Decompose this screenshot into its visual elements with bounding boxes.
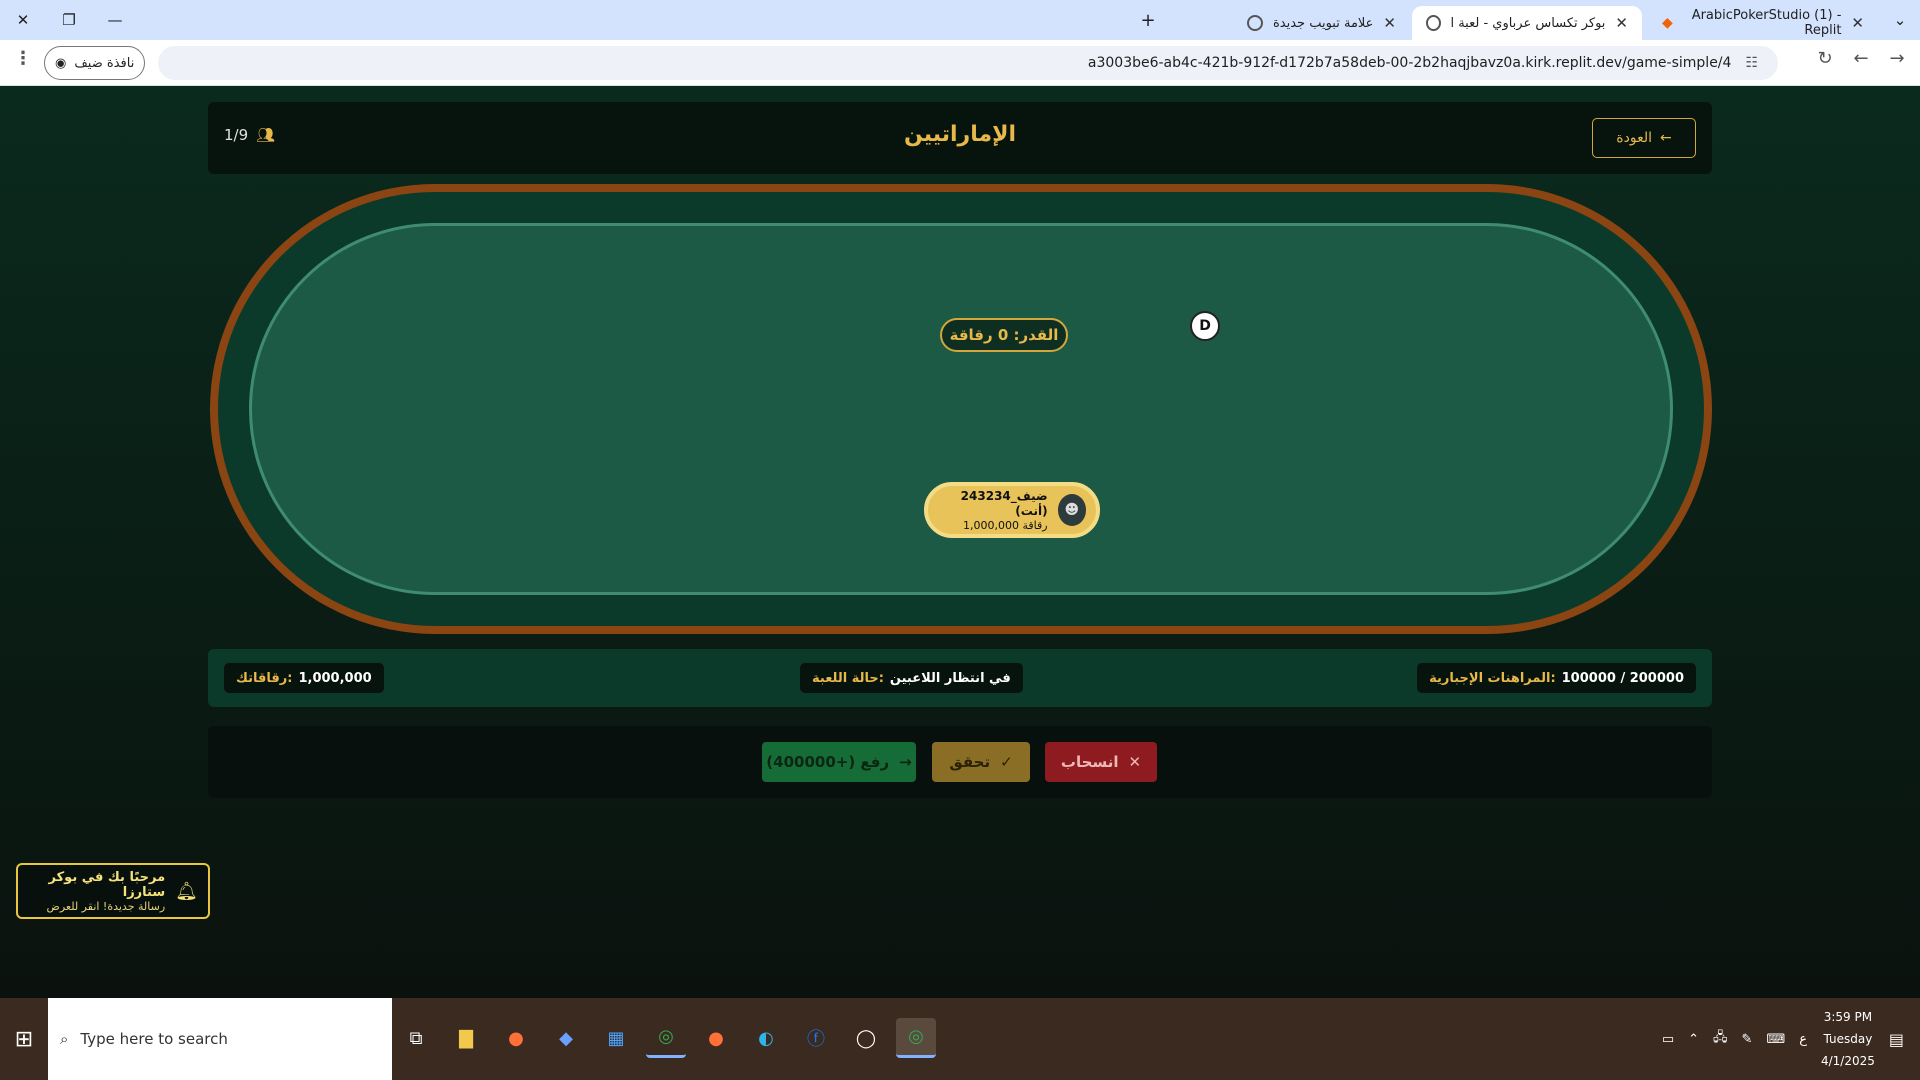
- edge-icon[interactable]: ◐: [746, 1018, 786, 1058]
- new-tab-icon[interactable]: +: [1128, 0, 1168, 40]
- browser-tab-strip: ✕ ❐ — + ✕ علامة تبويب جديدة ✕ بوكر تكساس…: [0, 0, 1920, 40]
- clock[interactable]: 3:59 PM Tuesday 4/1/2025: [1821, 1006, 1875, 1072]
- facebook-icon[interactable]: ⓕ: [796, 1018, 836, 1058]
- arrow-right-icon: →: [899, 753, 912, 771]
- tab-new-tab[interactable]: ✕ علامة تبويب جديدة: [1170, 6, 1410, 40]
- address-bar[interactable]: a3003be6-ab4c-421b-912f-d172b7a58deb-00-…: [158, 46, 1778, 80]
- table-felt: القدر: 0 رقاقة D ضيف_243234 (أنت) 1,000,…: [249, 223, 1673, 595]
- game-header: 1/9 👥︎ الإماراتيين العودة ←: [208, 102, 1712, 174]
- chrome-icon[interactable]: ◎: [646, 1018, 686, 1058]
- network-icon[interactable]: 🖧︎: [1713, 1028, 1728, 1050]
- system-tray: ▭ ⌃ 🖧︎ ✎ ⌨ ع 3:59 PM Tuesday 4/1/2025 ▤: [1662, 998, 1920, 1080]
- globe-icon: [1246, 15, 1263, 31]
- chrome-active-icon[interactable]: ◎: [896, 1018, 936, 1058]
- close-tab-icon[interactable]: ✕: [1615, 14, 1628, 32]
- user-icon: ☻: [1064, 502, 1080, 518]
- raise-button[interactable]: رفع (+400000) →: [762, 742, 916, 782]
- tab-search-chevron-icon[interactable]: ⌄: [1880, 0, 1920, 40]
- check-button[interactable]: تحقق ✓: [932, 742, 1030, 782]
- replit-icon: ◆: [1662, 15, 1673, 31]
- firefox-icon[interactable]: ●: [696, 1018, 736, 1058]
- globe-icon: [1426, 15, 1441, 31]
- news-icon[interactable]: ▭: [1662, 1032, 1674, 1047]
- taskbar-search[interactable]: ⌕ Type here to search: [48, 998, 392, 1080]
- close-icon: ✕: [1128, 753, 1142, 771]
- chevron-up-icon[interactable]: ⌃: [1688, 1032, 1699, 1047]
- table-surface: القدر: 0 رقاقة D ضيف_243234 (أنت) 1,000,…: [218, 192, 1704, 626]
- browser-toolbar: ⋮ ◉ نافذة ضيف a3003be6-ab4c-421b-912f-d1…: [0, 40, 1920, 86]
- poker-table: القدر: 0 رقاقة D ضيف_243234 (أنت) 1,000,…: [210, 184, 1712, 634]
- reload-icon[interactable]: ↻: [1810, 48, 1840, 69]
- arrow-left-icon: ←: [1659, 130, 1672, 146]
- dealer-button: D: [1190, 311, 1220, 341]
- windows-start-icon[interactable]: ⊞: [0, 998, 48, 1080]
- game-status-info: حالة اللعبة: في انتظار اللاعبين: [800, 663, 1023, 693]
- profile-icon: ◉: [55, 55, 67, 71]
- action-bar: انسحاب ✕ تحقق ✓ رفع (+400000) →: [208, 726, 1712, 798]
- blinds-info: المراهنات الإجبارية: 100000 / 200000: [1417, 663, 1696, 693]
- your-chips-info: رقاقاتك: 1,000,000: [224, 663, 384, 693]
- player-seat[interactable]: ضيف_243234 (أنت) 1,000,000 رقاقة ☻: [924, 482, 1100, 538]
- player-name: ضيف_243234 (أنت): [960, 488, 1048, 518]
- search-icon: ⌕: [60, 1030, 69, 1048]
- menu-dots-icon[interactable]: ⋮: [8, 48, 38, 69]
- restore-window-icon[interactable]: ❐: [46, 0, 92, 40]
- copilot-icon[interactable]: ◆: [546, 1018, 586, 1058]
- back-button[interactable]: العودة ←: [1592, 118, 1696, 158]
- avatar: ☻: [1057, 494, 1086, 526]
- whatsapp-icon[interactable]: ◯: [846, 1018, 886, 1058]
- close-window-icon[interactable]: ✕: [0, 0, 46, 40]
- pen-icon[interactable]: ✎: [1742, 1032, 1753, 1047]
- task-view-icon[interactable]: ⧉: [396, 1018, 436, 1058]
- checkmark-icon: ✓: [1000, 753, 1013, 771]
- fold-button[interactable]: انسحاب ✕: [1045, 742, 1157, 782]
- windows-taskbar: ⊞ ⌕ Type here to search ⧉ ▇ ● ◆ ▦ ◎ ● ◐ …: [0, 998, 1920, 1080]
- game-info-bar: المراهنات الإجبارية: 100000 / 200000 حال…: [208, 649, 1712, 707]
- pot-badge: القدر: 0 رقاقة: [940, 318, 1068, 352]
- player-chips: 1,000,000 رقاقة: [963, 518, 1048, 532]
- keyboard-icon[interactable]: ⌨: [1766, 1032, 1785, 1047]
- notification-toast[interactable]: مرحبًا بك في بوكر ستارزا رسالة جديدة! ان…: [16, 863, 210, 919]
- tab-replit[interactable]: ✕ ArabicPokerStudio (1) - Replit ◆: [1648, 6, 1878, 40]
- file-explorer-icon[interactable]: ▇: [446, 1018, 486, 1058]
- store-icon[interactable]: ▦: [596, 1018, 636, 1058]
- bell-icon: 🔔︎: [175, 880, 198, 902]
- forward-arrow-icon[interactable]: →: [1882, 48, 1912, 69]
- firefox-icon[interactable]: ●: [496, 1018, 536, 1058]
- guest-profile-button[interactable]: ◉ نافذة ضيف: [44, 46, 146, 80]
- back-arrow-icon[interactable]: ←: [1846, 48, 1876, 69]
- minimize-window-icon[interactable]: —: [92, 0, 138, 40]
- page-title: الإماراتيين: [903, 122, 1017, 147]
- tab-poker-game[interactable]: ✕ بوكر تكساس عرباوي - لعبة البوكر: [1412, 6, 1642, 40]
- close-tab-icon[interactable]: ✕: [1851, 14, 1864, 32]
- language-indicator[interactable]: ع: [1799, 1032, 1807, 1047]
- site-settings-icon[interactable]: ☷: [1745, 55, 1758, 71]
- game-page: 1/9 👥︎ الإماراتيين العودة ← القدر: 0 رقا…: [0, 86, 1920, 998]
- close-tab-icon[interactable]: ✕: [1383, 14, 1396, 32]
- notifications-icon[interactable]: ▤: [1889, 1030, 1904, 1049]
